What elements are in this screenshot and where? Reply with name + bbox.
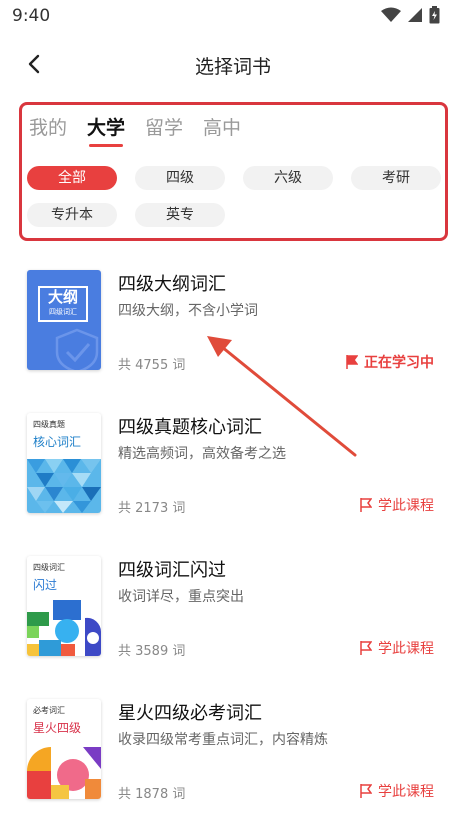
cover-title: 星火四级 xyxy=(33,721,82,735)
cover-pattern xyxy=(27,741,101,799)
chip-english-major[interactable]: 英专 xyxy=(135,203,225,227)
cover-title: 闪过 xyxy=(33,578,58,592)
cover-label: 四级词汇 xyxy=(33,563,65,572)
battery-icon xyxy=(429,6,440,24)
chip-cet4[interactable]: 四级 xyxy=(135,166,225,190)
book-title: 四级词汇闪过 xyxy=(118,560,226,581)
study-course-label: 学此课程 xyxy=(378,498,434,514)
book-desc: 收录四级常考重点词汇，内容精炼 xyxy=(118,732,328,748)
book-word-count: 共 4755 词 xyxy=(118,358,186,373)
shield-check-icon xyxy=(55,328,99,370)
tab-mine[interactable]: 我的 xyxy=(29,113,67,143)
tab-label: 我的 xyxy=(29,117,68,139)
book-desc: 收词详尽，重点突出 xyxy=(118,589,244,605)
book-word-count: 共 1878 词 xyxy=(118,787,186,802)
book-cover: 四级真题 核心词汇 xyxy=(27,413,101,513)
tab-university[interactable]: 大学 xyxy=(87,113,126,147)
nav-bar: 选择词书 xyxy=(0,40,466,88)
cover-pattern xyxy=(27,598,101,656)
status-icons xyxy=(381,6,440,24)
learning-status-label: 正在学习中 xyxy=(364,355,434,371)
cover-label: 必考词汇 xyxy=(33,706,65,715)
tab-label: 大学 xyxy=(87,117,126,139)
cover-title: 核心词汇 xyxy=(33,435,82,449)
chip-upgrade[interactable]: 专升本 xyxy=(27,203,117,227)
book-title: 星火四级必考词汇 xyxy=(118,703,262,724)
filter-panel: 我的 大学 留学 高中 全部 四级 六级 考研 专升本 英专 xyxy=(19,102,448,241)
book-item-spark-cet4[interactable]: 必考词汇 星火四级 星火四级必考词汇 收录四级常考重点词汇，内容精炼 共 187… xyxy=(0,691,466,811)
tab-study-abroad[interactable]: 留学 xyxy=(145,113,183,143)
category-tabs: 我的 大学 留学 高中 xyxy=(29,113,241,147)
flag-outline-icon xyxy=(360,498,372,512)
chip-postgrad[interactable]: 考研 xyxy=(351,166,441,190)
tab-active-indicator xyxy=(89,144,124,147)
tab-label: 留学 xyxy=(145,117,184,139)
book-item-cet4-syllabus[interactable]: 大纲 四级词汇 四级大纲词汇 四级大纲，不含小学词 共 4755 词 正在学习中 xyxy=(0,262,466,382)
wifi-icon xyxy=(381,7,401,22)
study-course-label: 学此课程 xyxy=(378,641,434,657)
status-time: 9:40 xyxy=(12,6,51,26)
study-course-button[interactable]: 学此课程 xyxy=(360,638,434,658)
page-title: 选择词书 xyxy=(194,56,271,78)
cover-title: 大纲 xyxy=(47,288,78,306)
book-item-cet4-flash[interactable]: 四级词汇 闪过 四级词汇闪过 收词详尽，重点突出 共 3589 词 学此课程 xyxy=(0,548,466,668)
tab-high-school[interactable]: 高中 xyxy=(203,113,241,143)
status-bar: 9:40 xyxy=(0,0,466,32)
cover-label: 四级真题 xyxy=(33,420,65,429)
book-title: 四级大纲词汇 xyxy=(118,274,226,295)
book-desc: 精选高频词，高效备考之选 xyxy=(118,446,286,462)
chip-all[interactable]: 全部 xyxy=(27,166,117,190)
signal-icon xyxy=(408,8,422,22)
book-word-count: 共 3589 词 xyxy=(118,644,186,659)
chip-cet6[interactable]: 六级 xyxy=(243,166,333,190)
study-course-button[interactable]: 学此课程 xyxy=(360,781,434,801)
book-word-count: 共 2173 词 xyxy=(118,501,186,516)
cover-badge: 大纲 四级词汇 xyxy=(38,286,88,322)
flag-outline-icon xyxy=(360,641,372,655)
learning-status: 正在学习中 xyxy=(346,352,434,372)
book-cover: 大纲 四级词汇 xyxy=(27,270,101,370)
study-course-button[interactable]: 学此课程 xyxy=(360,495,434,515)
flag-icon xyxy=(346,355,358,369)
book-item-cet4-real-exam[interactable]: 四级真题 核心词汇 四级真题核心词汇 精选高频词，高效备考之选 共 2173 词… xyxy=(0,405,466,525)
tab-label: 高中 xyxy=(203,117,242,139)
cover-subtitle: 四级词汇 xyxy=(49,308,77,316)
book-desc: 四级大纲，不含小学词 xyxy=(118,303,258,319)
book-title: 四级真题核心词汇 xyxy=(118,417,262,438)
flag-outline-icon xyxy=(360,784,372,798)
study-course-label: 学此课程 xyxy=(378,784,434,800)
book-cover: 必考词汇 星火四级 xyxy=(27,699,101,799)
cover-pattern xyxy=(27,459,101,513)
book-cover: 四级词汇 闪过 xyxy=(27,556,101,656)
